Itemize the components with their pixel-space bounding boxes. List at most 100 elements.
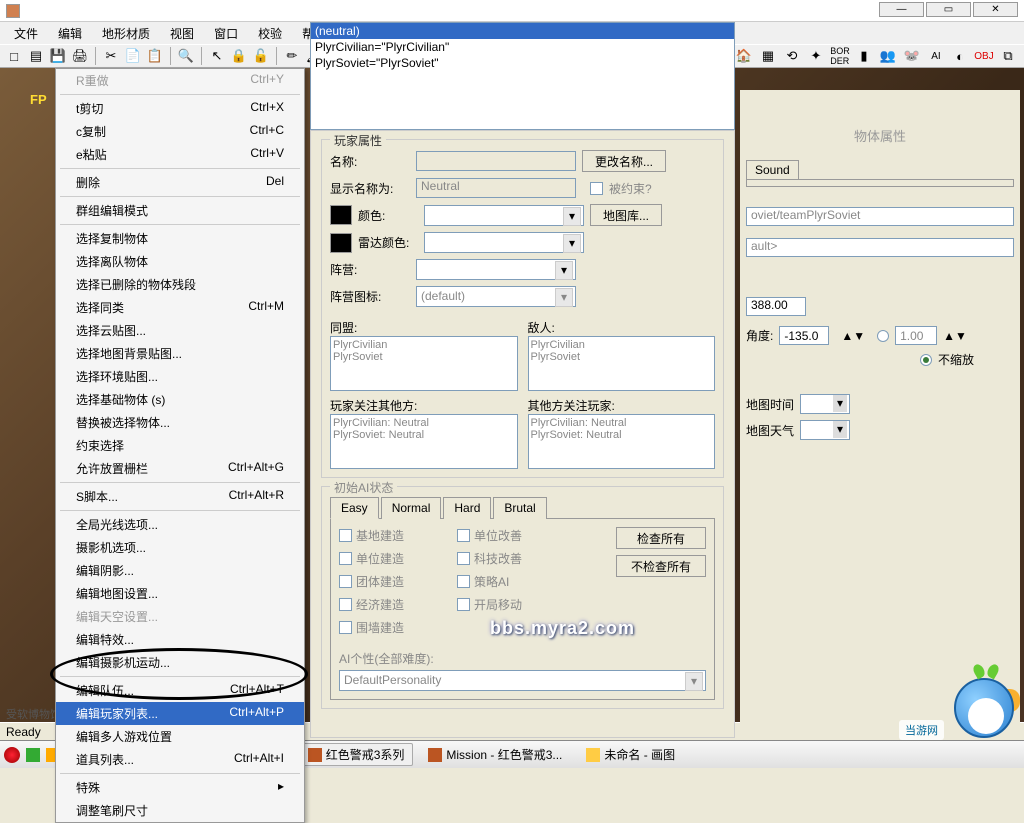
- menu-check[interactable]: 校验: [248, 22, 292, 45]
- noscale-radio[interactable]: [920, 354, 932, 366]
- rename-button[interactable]: 更改名称...: [582, 150, 666, 172]
- ai-checkbox[interactable]: [339, 529, 352, 542]
- menu-edit[interactable]: 编辑: [48, 22, 92, 45]
- ally-listbox[interactable]: PlyrCivilian PlyrSoviet: [330, 336, 518, 391]
- toolbar-button[interactable]: 🔍: [176, 46, 196, 66]
- menu-item[interactable]: 全局光线选项...: [56, 513, 304, 536]
- name-input[interactable]: [416, 151, 576, 171]
- menu-item[interactable]: R重做Ctrl+Y: [56, 69, 304, 92]
- player-item[interactable]: PlyrSoviet="PlyrSoviet": [311, 55, 734, 71]
- tool-icon[interactable]: OBJ: [974, 46, 994, 66]
- menu-item[interactable]: 编辑玩家列表...Ctrl+Alt+P: [56, 702, 304, 725]
- tool-icon[interactable]: 👥: [878, 46, 898, 66]
- menu-item[interactable]: S脚本...Ctrl+Alt+R: [56, 485, 304, 508]
- ai-checkbox[interactable]: [457, 552, 470, 565]
- taskbar-item[interactable]: 未命名 - 画图: [577, 743, 684, 766]
- menu-item[interactable]: 编辑摄影机运动...: [56, 651, 304, 674]
- apple-icon[interactable]: [4, 747, 20, 763]
- ai-checkbox[interactable]: [457, 598, 470, 611]
- enemy-listbox[interactable]: PlyrCivilian PlyrSoviet: [528, 336, 716, 391]
- mapweather-select[interactable]: [800, 420, 850, 440]
- menu-item[interactable]: 群组编辑模式: [56, 199, 304, 222]
- menu-item[interactable]: t剪切Ctrl+X: [56, 97, 304, 120]
- menu-item[interactable]: 选择地图背景贴图...: [56, 342, 304, 365]
- menu-item[interactable]: e粘贴Ctrl+V: [56, 143, 304, 166]
- maptime-select[interactable]: [800, 394, 850, 414]
- player-item-selected[interactable]: (neutral): [311, 23, 734, 39]
- color-select[interactable]: [424, 205, 584, 226]
- tab-easy[interactable]: Easy: [330, 497, 379, 519]
- bound-checkbox[interactable]: [590, 182, 603, 195]
- menu-item[interactable]: 选择环境贴图...: [56, 365, 304, 388]
- watch-other-listbox[interactable]: PlyrCivilian: Neutral PlyrSoviet: Neutra…: [330, 414, 518, 469]
- tab-brutal[interactable]: Brutal: [493, 497, 546, 519]
- scale-input[interactable]: [895, 326, 937, 345]
- menu-item[interactable]: 编辑阴影...: [56, 559, 304, 582]
- toolbar-button[interactable]: ✏: [282, 46, 302, 66]
- toolbar-button[interactable]: ▤: [26, 46, 46, 66]
- toolbar-button[interactable]: ✂: [101, 46, 121, 66]
- tool-icon[interactable]: 🏠: [734, 46, 754, 66]
- ai-checkbox[interactable]: [457, 529, 470, 542]
- menu-item[interactable]: 选择离队物体: [56, 250, 304, 273]
- ai-persona-select[interactable]: DefaultPersonality: [339, 670, 706, 691]
- value-input[interactable]: 388.00: [746, 297, 806, 316]
- toolbar-button[interactable]: 💾: [48, 46, 68, 66]
- menu-item[interactable]: 特殊▸: [56, 776, 304, 799]
- faction-select[interactable]: [416, 259, 576, 280]
- angle-input[interactable]: [779, 326, 829, 345]
- ai-checkbox[interactable]: [339, 621, 352, 634]
- menu-item[interactable]: 替换被选择物体...: [56, 411, 304, 434]
- menu-item[interactable]: 选择基础物体 (s): [56, 388, 304, 411]
- minimize-button[interactable]: —: [879, 2, 924, 17]
- menu-item[interactable]: 编辑特效...: [56, 628, 304, 651]
- player-item[interactable]: PlyrCivilian="PlyrCivilian": [311, 39, 734, 55]
- toolbar-button[interactable]: 🖨: [70, 46, 90, 66]
- tab-hard[interactable]: Hard: [443, 497, 491, 519]
- tool-icon[interactable]: ◐: [950, 46, 970, 66]
- menu-item[interactable]: 编辑多人游戏位置: [56, 725, 304, 748]
- menu-item[interactable]: 调整笔刷尺寸: [56, 799, 304, 822]
- ai-checkbox[interactable]: [339, 575, 352, 588]
- team-path-input[interactable]: oviet/teamPlyrSoviet: [746, 207, 1014, 226]
- radar-color-select[interactable]: [424, 232, 584, 253]
- player-listbox[interactable]: (neutral) PlyrCivilian="PlyrCivilian" Pl…: [310, 22, 735, 130]
- sound-tab[interactable]: Sound: [746, 160, 799, 180]
- tool-icon[interactable]: ⧉: [998, 46, 1018, 66]
- toolbar-button[interactable]: 🔒: [229, 46, 249, 66]
- ai-checkbox[interactable]: [457, 575, 470, 588]
- toolbar-button[interactable]: 📄: [123, 46, 143, 66]
- check-all-button[interactable]: 检查所有: [616, 527, 706, 549]
- radar-color-swatch[interactable]: [330, 233, 352, 253]
- tool-icon[interactable]: 🐭: [902, 46, 922, 66]
- ai-checkbox[interactable]: [339, 598, 352, 611]
- tool-icon[interactable]: ▦: [758, 46, 778, 66]
- color-swatch[interactable]: [330, 205, 352, 225]
- display-as-input[interactable]: Neutral: [416, 178, 576, 198]
- menu-item[interactable]: 编辑队伍...Ctrl+Alt+T: [56, 679, 304, 702]
- maplib-button[interactable]: 地图库...: [590, 204, 662, 226]
- taskbar-item[interactable]: 红色警戒3系列: [299, 743, 414, 766]
- menu-item[interactable]: 选择已删除的物体残段: [56, 273, 304, 296]
- menu-file[interactable]: 文件: [4, 22, 48, 45]
- menu-item[interactable]: 允许放置栅栏Ctrl+Alt+G: [56, 457, 304, 480]
- menu-item[interactable]: 编辑天空设置...: [56, 605, 304, 628]
- default-input[interactable]: ault>: [746, 238, 1014, 257]
- tool-icon[interactable]: ▮: [854, 46, 874, 66]
- tool-icon[interactable]: BORDER: [830, 46, 850, 66]
- toolbar-button[interactable]: ↖: [207, 46, 227, 66]
- toolbar-button[interactable]: 🔓: [251, 46, 271, 66]
- menu-item[interactable]: 约束选择: [56, 434, 304, 457]
- menu-item[interactable]: 编辑地图设置...: [56, 582, 304, 605]
- menu-item[interactable]: 选择同类Ctrl+M: [56, 296, 304, 319]
- scale-radio[interactable]: [877, 330, 889, 342]
- tool-icon[interactable]: ⟲: [782, 46, 802, 66]
- tool-icon[interactable]: ✦: [806, 46, 826, 66]
- menu-item[interactable]: 删除Del: [56, 171, 304, 194]
- maximize-button[interactable]: ▭: [926, 2, 971, 17]
- other-watch-listbox[interactable]: PlyrCivilian: Neutral PlyrSoviet: Neutra…: [528, 414, 716, 469]
- toolbar-button[interactable]: □: [4, 46, 24, 66]
- menu-item[interactable]: c复制Ctrl+C: [56, 120, 304, 143]
- menu-window[interactable]: 窗口: [204, 22, 248, 45]
- menu-view[interactable]: 视图: [160, 22, 204, 45]
